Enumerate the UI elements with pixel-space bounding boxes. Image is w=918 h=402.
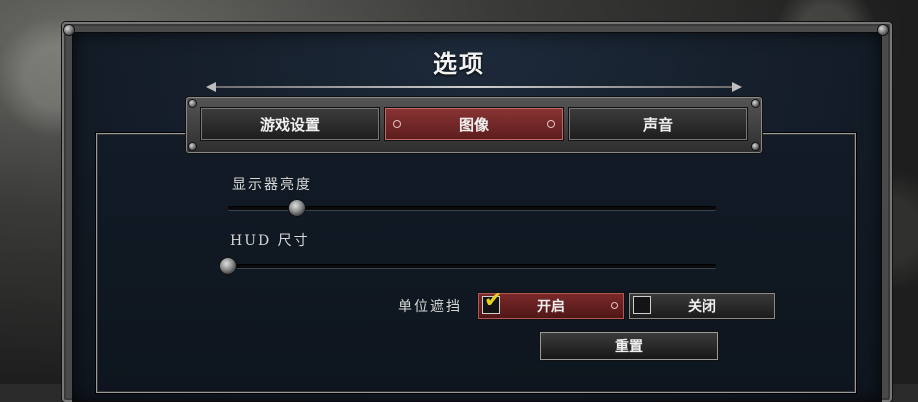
tab-sound[interactable]: 声音 bbox=[569, 108, 747, 140]
bullet-icon bbox=[611, 302, 618, 309]
checkbox[interactable]: ✔ bbox=[482, 290, 502, 314]
rivet-icon bbox=[878, 25, 888, 35]
unit-occlusion-on-button[interactable]: ✔ 开启 bbox=[478, 290, 624, 319]
title-divider bbox=[206, 82, 742, 92]
brightness-slider[interactable] bbox=[228, 200, 716, 216]
rivet-icon bbox=[64, 25, 74, 35]
settings-panel bbox=[96, 133, 856, 393]
brightness-label: 显示器亮度 bbox=[232, 177, 312, 193]
rivet-icon bbox=[752, 100, 759, 107]
hud-size-label: HUD 尺寸 bbox=[230, 233, 310, 249]
off-label: 关闭 bbox=[688, 299, 716, 315]
checkmark-icon: ✔ bbox=[484, 288, 503, 313]
on-label: 开启 bbox=[537, 299, 565, 315]
arrow-left-icon bbox=[206, 82, 216, 92]
tab-game-settings[interactable]: 游戏设置 bbox=[201, 108, 379, 140]
arrow-right-icon bbox=[732, 82, 742, 92]
hud-size-slider-handle[interactable] bbox=[220, 258, 236, 274]
hud-size-slider[interactable] bbox=[220, 258, 716, 274]
unit-occlusion-off-button[interactable]: 关闭 bbox=[629, 293, 775, 319]
bullet-icon bbox=[393, 120, 401, 128]
rivet-icon bbox=[189, 143, 196, 150]
rivet-icon bbox=[189, 100, 196, 107]
tab-label: 声音 bbox=[642, 115, 673, 134]
tab-bar: 游戏设置 图像 声音 bbox=[186, 97, 762, 153]
tab-label: 游戏设置 bbox=[259, 115, 320, 134]
brightness-slider-handle[interactable] bbox=[289, 200, 305, 216]
bullet-icon bbox=[547, 120, 555, 128]
checkbox[interactable] bbox=[633, 296, 651, 314]
reset-button[interactable]: 重置 bbox=[540, 332, 718, 360]
reset-label: 重置 bbox=[615, 339, 643, 355]
rivet-icon bbox=[752, 143, 759, 150]
dialog-title: 选项 bbox=[433, 50, 485, 78]
unit-occlusion-label: 单位遮挡 bbox=[398, 299, 462, 315]
tab-graphics[interactable]: 图像 bbox=[385, 108, 563, 140]
tab-label: 图像 bbox=[458, 115, 489, 134]
